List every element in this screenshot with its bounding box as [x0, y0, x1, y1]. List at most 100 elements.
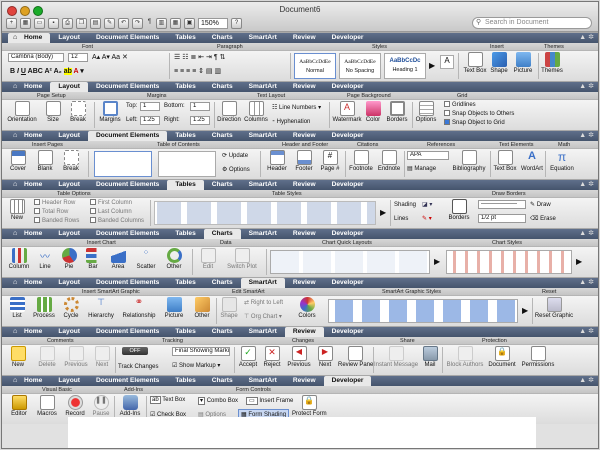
tab-charts[interactable]: Charts [204, 180, 241, 190]
tab-charts[interactable]: Charts [204, 82, 241, 92]
process-smartart-button[interactable]: Process [30, 297, 58, 319]
grid-options-button[interactable]: Options [414, 101, 438, 123]
redo-icon[interactable]: ↷ [132, 18, 143, 29]
delete-comment-button[interactable]: Delete [34, 346, 60, 368]
size-button[interactable]: Size [42, 101, 64, 123]
tab-home[interactable]: Home [8, 229, 50, 239]
gallery-icon[interactable]: ▦ [170, 18, 181, 29]
chart-styles-scroll-icon[interactable]: ▶ [576, 257, 582, 266]
gridlines-checkbox[interactable]: Gridlines [444, 101, 476, 108]
snap-to-others-checkbox[interactable]: Snap Objects to Others [444, 110, 514, 117]
print-icon[interactable]: ⎙ [62, 18, 73, 29]
bar-chart-button[interactable]: Bar [82, 248, 104, 270]
zoom-field[interactable]: 150% [198, 18, 228, 29]
tab-developer[interactable]: Developer [324, 180, 372, 190]
top-margin-field[interactable]: 1 [140, 102, 160, 111]
citation-style-select[interactable]: APA [407, 151, 449, 160]
tab-review[interactable]: Review [285, 376, 324, 386]
save-icon[interactable]: ▪ [48, 18, 59, 29]
tab-tables[interactable]: Tables [167, 82, 203, 92]
format-painter-icon[interactable]: ✎ [104, 18, 115, 29]
block-authors-button[interactable]: Block Authors [446, 346, 484, 368]
blank-page-button[interactable]: Blank [34, 150, 56, 172]
line-color-icon[interactable]: ✎ ▾ [422, 215, 432, 222]
ribbon-options-icon[interactable]: ▲ ✲ [579, 131, 594, 141]
tab-home[interactable]: Home [8, 278, 50, 288]
toolbox-icon[interactable]: ▣ [184, 18, 195, 29]
edit-data-button[interactable]: Edit [196, 248, 220, 270]
tab-tables[interactable]: Tables [167, 229, 203, 239]
line-numbers-button[interactable]: ☷ Line Numbers ▾ [272, 104, 321, 111]
tab-layout[interactable]: Layout [50, 278, 88, 288]
tab-tables[interactable]: Tables [167, 180, 204, 190]
tab-charts[interactable]: Charts [204, 278, 241, 288]
new-comment-button[interactable]: New [8, 346, 28, 368]
add-ins-button[interactable]: Add-Ins [116, 395, 144, 417]
ribbon-options-icon[interactable]: ▲ ✲ [579, 229, 594, 239]
page-borders-button[interactable]: Borders [384, 101, 410, 123]
table-styles-scroll-icon[interactable]: ▶ [380, 208, 386, 217]
insert-text-box-button[interactable]: Text Box [462, 52, 488, 74]
tab-smartart[interactable]: SmartArt [241, 82, 285, 92]
right-to-left-button[interactable]: ⇄ Right to Left [244, 299, 283, 306]
cycle-smartart-button[interactable]: Cycle [60, 297, 82, 319]
tab-home[interactable]: Home [8, 131, 50, 141]
new-table-button[interactable]: New [7, 199, 27, 221]
search-input[interactable]: ⚲ Search in Document [472, 17, 592, 29]
left-margin-field[interactable]: 1.25 [140, 116, 160, 125]
ribbon-options-icon[interactable]: ▲ ✲ [579, 376, 594, 386]
paste-icon[interactable]: ▤ [90, 18, 101, 29]
tab-developer[interactable]: Developer [324, 131, 372, 141]
tab-document-elements[interactable]: Document Elements [88, 376, 167, 386]
ribbon-options-icon[interactable]: ▲ ✲ [579, 180, 594, 190]
shape-button[interactable]: Shape [218, 297, 240, 319]
area-chart-button[interactable]: Area [106, 248, 130, 270]
font-size-field[interactable]: 12 [68, 53, 88, 62]
toc-options-button[interactable]: ⚙ Options [222, 166, 250, 173]
document-page[interactable] [68, 417, 536, 448]
vb-editor-button[interactable]: Editor [8, 395, 30, 417]
tab-layout[interactable]: Layout [50, 82, 88, 92]
tab-document-elements[interactable]: Document Elements [88, 327, 167, 337]
banded-columns-checkbox[interactable]: Banded Columns [90, 217, 144, 224]
header-row-checkbox[interactable]: Header Row [34, 199, 75, 206]
text-box-button[interactable]: Text Box [492, 150, 518, 172]
tab-developer[interactable]: Developer [324, 229, 372, 239]
bottom-margin-field[interactable]: 1 [190, 102, 210, 111]
tab-document-elements[interactable]: Document Elements [87, 131, 168, 141]
tab-document-elements[interactable]: Document Elements [88, 82, 167, 92]
footer-button[interactable]: Footer [292, 150, 316, 172]
tab-tables[interactable]: Tables [167, 278, 203, 288]
tab-developer[interactable]: Developer [324, 82, 372, 92]
tab-developer[interactable]: Developer [324, 278, 372, 288]
hyphenation-button[interactable]: ⁃ Hyphenation [272, 118, 310, 125]
tab-home[interactable]: Home [8, 180, 50, 190]
watermark-button[interactable]: A Watermark [332, 101, 362, 123]
total-row-checkbox[interactable]: Total Row [34, 208, 68, 215]
tab-review[interactable]: Review [285, 229, 324, 239]
tab-home[interactable]: Home [8, 376, 50, 386]
margins-button[interactable]: Margins [97, 101, 123, 123]
equation-button[interactable]: π Equation [548, 150, 576, 172]
tab-layout[interactable]: Layout [50, 33, 88, 43]
tab-tables[interactable]: Tables [167, 327, 203, 337]
mail-button[interactable]: Mail [420, 346, 440, 368]
styles-pane-icon[interactable]: A [440, 55, 454, 69]
tab-tables[interactable]: Tables [167, 376, 203, 386]
tab-smartart[interactable]: SmartArt [241, 327, 285, 337]
sidebar-icon[interactable]: ▥ [156, 18, 167, 29]
shading-icon[interactable]: ◪ ▾ [422, 201, 432, 208]
columns-button[interactable]: Columns [243, 101, 269, 123]
font-style-buttons[interactable]: B I U ABC A² A₂ ab A ▾ [10, 67, 84, 75]
bibliography-button[interactable]: Bibliography [452, 150, 486, 172]
help-icon[interactable]: ? [231, 18, 242, 29]
tab-home[interactable]: Home [8, 33, 51, 43]
review-pane-button[interactable]: Review Pane [338, 346, 373, 368]
tab-smartart[interactable]: SmartArt [241, 180, 285, 190]
hierarchy-smartart-button[interactable]: ⊤ Hierarchy [84, 297, 118, 319]
smartart-colors-button[interactable]: Colors [294, 297, 320, 319]
tab-smartart[interactable]: SmartArt [241, 376, 285, 386]
tab-developer[interactable]: Developer [324, 33, 372, 43]
instant-message-button[interactable]: Instant Message [374, 346, 418, 368]
reject-change-button[interactable]: ✕ Reject [260, 346, 284, 368]
